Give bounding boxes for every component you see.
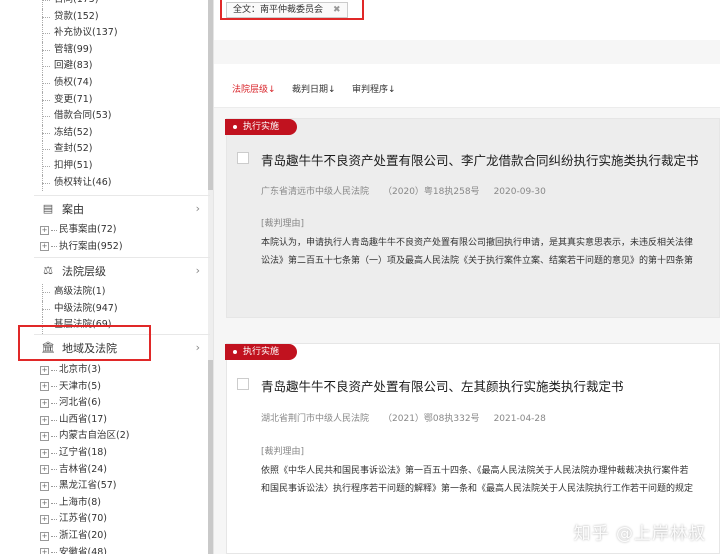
case-number: （2020）粤18执258号 xyxy=(383,187,480,197)
select-checkbox[interactable] xyxy=(237,152,249,164)
region-item[interactable]: + 安徽省(48) xyxy=(40,545,129,554)
cause-item[interactable]: 债权(74) xyxy=(40,74,118,92)
cause-item[interactable]: 管辖(99) xyxy=(40,41,118,59)
section-title: 案由 xyxy=(62,202,84,216)
region-item[interactable]: + 天津市(5) xyxy=(40,379,129,396)
sidebar-scrollbar-thumb[interactable] xyxy=(208,0,213,190)
case-type-item[interactable]: + 执行案由(952) xyxy=(40,239,123,256)
court-level-item[interactable]: 高级法院(1) xyxy=(40,284,118,301)
highlight-box xyxy=(18,325,151,361)
active-filter-bar: 全文：南平仲裁委员会 ✖ xyxy=(214,0,720,40)
expand-icon[interactable]: + xyxy=(40,515,49,525)
sort-bar: 法院层级↓ 裁判日期↓ 审判程序↓ xyxy=(214,64,720,108)
highlight-box xyxy=(220,0,364,20)
cause-item[interactable]: 查封(52) xyxy=(40,141,118,158)
expand-icon[interactable]: + xyxy=(40,498,49,508)
region-item[interactable]: + 内蒙古自治区(2) xyxy=(40,428,129,445)
case-meta: 湖北省荆门市中级人民法院 （2021）鄂08执332号 2021-04-28 xyxy=(261,411,560,424)
watermark: 知乎 @上岸林叔 xyxy=(573,524,706,544)
region-list: + 北京市(3) + 天津市(5) + 河北省(6) + 山西省(17) + 内蒙古自治区… xyxy=(40,362,129,554)
expand-icon[interactable]: + xyxy=(40,382,49,392)
section-court-level[interactable]: ⚖ 法院层级 › xyxy=(34,257,210,283)
section-case-type[interactable]: ▤ 案由 › xyxy=(34,195,210,221)
cause-keyword-list: 合同(175) 贷款(152) 补充协议(137) 管辖(99) 回避(83) … xyxy=(40,0,118,191)
chevron-right-icon[interactable]: › xyxy=(196,202,200,215)
expand-icon[interactable]: + xyxy=(40,465,49,475)
arrow-down-icon: ↓ xyxy=(268,85,276,95)
expand-icon[interactable]: + xyxy=(40,448,49,458)
cause-item[interactable]: 扣押(51) xyxy=(40,157,118,175)
select-checkbox[interactable] xyxy=(237,378,249,390)
region-item[interactable]: + 黑龙江省(57) xyxy=(40,478,129,495)
filter-sidebar: 合同(175) 贷款(152) 补充协议(137) 管辖(99) 回避(83) … xyxy=(0,0,214,554)
expand-icon[interactable]: + xyxy=(40,531,49,541)
expand-icon[interactable]: + xyxy=(40,415,49,425)
case-title-link[interactable]: 青岛趣牛牛不良资产处置有限公司、李广龙借款合同纠纷执行实施类执行裁定书 xyxy=(261,150,699,169)
reason-text: 依照《中华人民共和国民事诉讼法》第一百五十四条、《最高人民法院关于人民法院办理仲… xyxy=(261,466,694,494)
judge-date: 2020-09-30 xyxy=(493,187,546,197)
case-title-link[interactable]: 青岛趣牛牛不良资产处置有限公司、左其颜执行实施类执行裁定书 xyxy=(261,376,624,395)
region-item[interactable]: + 吉林省(24) xyxy=(40,462,129,479)
sort-trial-procedure[interactable]: 审判程序↓ xyxy=(352,82,396,95)
expand-icon[interactable]: + xyxy=(40,481,49,491)
sort-court-level[interactable]: 法院层级↓ xyxy=(232,82,276,95)
arrow-down-icon: ↓ xyxy=(388,85,396,95)
expand-icon[interactable]: + xyxy=(40,242,49,252)
sidebar-scrollbar-thumb-lower[interactable] xyxy=(208,360,213,554)
region-item[interactable]: + 北京市(3) xyxy=(40,362,129,379)
reason-label: [裁判理由] xyxy=(261,447,305,457)
cause-item[interactable]: 补充协议(137) xyxy=(40,25,118,42)
court-level-item[interactable]: 中级法院(947) xyxy=(40,300,118,318)
cause-item[interactable]: 债权转让(46) xyxy=(40,174,118,192)
case-type-item[interactable]: + 民事案由(72) xyxy=(40,222,123,239)
region-item[interactable]: + 辽宁省(18) xyxy=(40,445,129,462)
judge-date: 2021-04-28 xyxy=(493,414,546,424)
result-card[interactable]: 执行实施 青岛趣牛牛不良资产处置有限公司、李广龙借款合同纠纷执行实施类执行裁定书… xyxy=(225,118,720,318)
chevron-right-icon[interactable]: › xyxy=(196,341,200,354)
list-icon: ▤ xyxy=(42,202,54,215)
reason-text: 本院认为，申请执行人青岛趣牛牛不良资产处置有限公司撤回执行申请，是其真实意思表示… xyxy=(261,238,694,266)
case-type-badge: 执行实施 xyxy=(225,119,297,135)
expand-icon[interactable]: + xyxy=(40,432,49,442)
cause-item[interactable]: 变更(71) xyxy=(40,91,118,109)
expand-icon[interactable]: + xyxy=(40,225,49,235)
region-item[interactable]: + 河北省(6) xyxy=(40,395,129,412)
case-type-badge: 执行实施 xyxy=(225,344,297,360)
sort-judge-date[interactable]: 裁判日期↓ xyxy=(292,82,336,95)
arrow-down-icon: ↓ xyxy=(328,85,336,95)
expand-icon[interactable]: + xyxy=(40,365,49,375)
court-name: 湖北省荆门市中级人民法院 xyxy=(261,414,370,424)
cause-item[interactable]: 借款合同(53) xyxy=(40,108,118,125)
expand-icon[interactable]: + xyxy=(40,398,49,408)
cause-item[interactable]: 合同(175) xyxy=(40,0,118,9)
chevron-right-icon[interactable]: › xyxy=(196,264,200,277)
results-panel: 全文：南平仲裁委员会 ✖ 法院层级↓ 裁判日期↓ 审判程序↓ 执行实施 青岛趣牛牛… xyxy=(214,0,720,554)
section-title: 法院层级 xyxy=(62,264,106,278)
case-type-list: + 民事案由(72) + 执行案由(952) xyxy=(40,222,123,255)
region-item[interactable]: + 浙江省(20) xyxy=(40,528,129,545)
cause-item[interactable]: 贷款(152) xyxy=(40,8,118,26)
region-item[interactable]: + 上海市(8) xyxy=(40,495,129,512)
scales-icon: ⚖ xyxy=(43,264,53,277)
expand-icon[interactable]: + xyxy=(40,548,49,554)
cause-item[interactable]: 回避(83) xyxy=(40,58,118,75)
region-item[interactable]: + 山西省(17) xyxy=(40,412,129,429)
case-number: （2021）鄂08执332号 xyxy=(383,414,480,424)
reason-label: [裁判理由] xyxy=(261,219,305,229)
case-meta: 广东省清远市中级人民法院 （2020）粤18执258号 2020-09-30 xyxy=(261,184,560,197)
court-name: 广东省清远市中级人民法院 xyxy=(261,187,370,197)
cause-item[interactable]: 冻结(52) xyxy=(40,124,118,142)
region-item[interactable]: + 江苏省(70) xyxy=(40,511,129,528)
